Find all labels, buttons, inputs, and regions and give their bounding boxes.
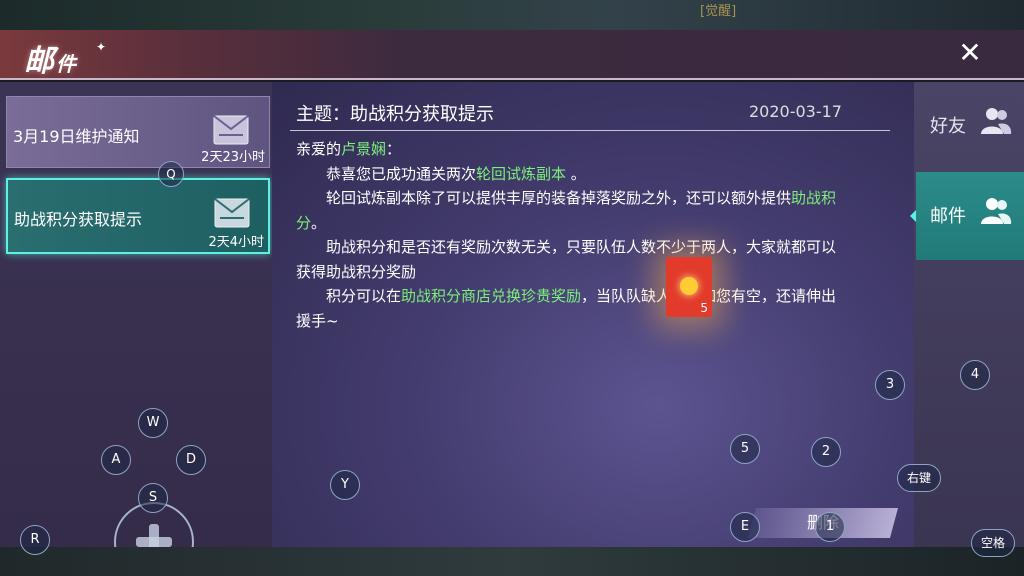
key-hint-2[interactable]: 2: [811, 437, 841, 467]
body-text: 积分可以在: [326, 287, 402, 305]
body-text: 轮回试炼副本除了可以提供丰厚的装备掉落奖励之外，还可以额外提供: [326, 189, 792, 207]
body-text: 恭喜您已成功通关两次: [326, 164, 477, 183]
mail-list-item-selected[interactable]: 助战积分获取提示 2天4小时: [6, 178, 270, 254]
key-hint-3[interactable]: 3: [875, 370, 905, 400]
body-text: 。: [566, 164, 586, 183]
body-line: 助战积分和是否还有奖励次数无关，只要队伍人数不少于两人，大家就都可以获得助战积分…: [296, 238, 837, 281]
title-sub: 件: [56, 52, 78, 76]
greeting-suffix: ：: [386, 140, 402, 158]
sparkle-icon: ✦: [96, 40, 107, 54]
body-text: 。: [311, 213, 327, 232]
scene-tag: [觉醒]: [700, 4, 737, 19]
mail-date: 2020-03-17: [749, 102, 842, 121]
friends-icon: [981, 198, 1012, 224]
mail-header: 邮件 ✦ ✕: [0, 30, 1024, 80]
tab-mail[interactable]: 邮件: [910, 172, 1024, 260]
body-line: 积分可以在助战积分商店兑换珍贵奖励，当队队缺人时，如您有空，还请伸出援手~: [296, 284, 841, 333]
tab-label: 好友: [930, 116, 966, 137]
tab-label: 邮件: [930, 206, 966, 227]
key-hint-e[interactable]: E: [730, 512, 760, 542]
highlight-text: 轮回试炼副本: [476, 164, 567, 183]
mail-expiry: 2天23小时: [201, 150, 265, 165]
key-hint-right-click[interactable]: 右键: [897, 464, 941, 492]
mail-detail: 主题：助战积分获取提示 2020-03-17 亲爱的卢景娴： 恭喜您已成功通关两…: [272, 82, 914, 547]
coin-icon: [680, 277, 698, 295]
key-hint-5[interactable]: 5: [730, 434, 760, 464]
envelope-icon: [214, 198, 250, 228]
title-main: 邮: [24, 44, 56, 79]
game-scene-top: [觉醒]: [0, 0, 1024, 30]
greeting-line: 亲爱的卢景娴：: [296, 137, 841, 162]
game-scene-bottom: [0, 547, 1024, 576]
mail-list: 3月19日维护通知 2天23小时 助战积分获取提示 2天4小时: [0, 82, 272, 576]
key-hint-s[interactable]: S: [138, 483, 168, 513]
body-text: ，当队: [581, 287, 627, 305]
key-hint-r[interactable]: R: [20, 525, 50, 555]
envelope-icon: [213, 115, 249, 145]
recipient-name: 卢景娴: [341, 140, 387, 158]
body-line: 轮回试炼副本除了可以提供丰厚的装备掉落奖励之外，还可以额外提供助战积分。: [296, 186, 841, 235]
red-packet-icon[interactable]: 5: [666, 257, 712, 317]
body-line: 恭喜您已成功通关两次轮回试炼副本 。: [296, 162, 841, 187]
key-hint-w[interactable]: W: [138, 408, 168, 438]
key-hint-4[interactable]: 4: [960, 360, 990, 390]
key-hint-space[interactable]: 空格: [971, 529, 1015, 557]
mail-subject: 助战积分获取提示: [14, 210, 143, 229]
mail-subject: 3月19日维护通知: [13, 127, 140, 146]
key-hint-q[interactable]: Q: [158, 161, 184, 187]
greeting-prefix: 亲爱的: [296, 140, 342, 158]
dpad-cross: [136, 537, 172, 547]
tab-friends[interactable]: 好友: [916, 82, 1024, 170]
mail-expiry: 2天4小时: [208, 235, 264, 250]
key-hint-y[interactable]: Y: [330, 470, 360, 500]
mail-body: 亲爱的卢景娴： 恭喜您已成功通关两次轮回试炼副本 。 轮回试炼副本除了可以提供丰…: [296, 137, 841, 333]
key-hint-1[interactable]: 1: [815, 512, 845, 542]
red-packet-count: 5: [700, 301, 708, 315]
mail-detail-subject: 主题：助战积分获取提示: [296, 104, 494, 125]
highlight-text: 助战积分商店兑换珍贵奖励: [401, 287, 582, 305]
divider: [290, 130, 890, 131]
close-button[interactable]: ✕: [955, 38, 985, 68]
page-title: 邮件: [24, 36, 78, 80]
friends-icon: [981, 108, 1012, 134]
mail-list-item[interactable]: 3月19日维护通知 2天23小时: [6, 96, 270, 168]
key-hint-d[interactable]: D: [176, 445, 206, 475]
key-hint-a[interactable]: A: [101, 445, 131, 475]
